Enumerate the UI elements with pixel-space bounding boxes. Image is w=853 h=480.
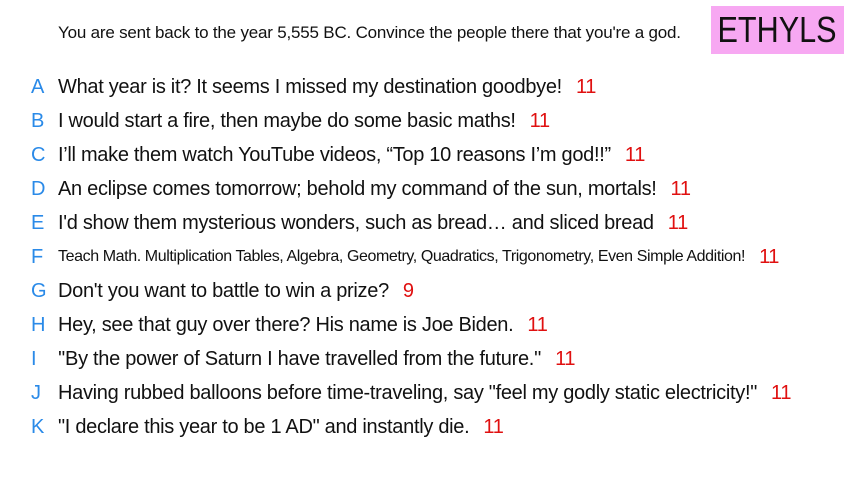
answer-content: Having rubbed balloons before time-trave… <box>58 381 792 405</box>
answer-content: I would start a fire, then maybe do some… <box>58 110 550 133</box>
answer-letter: F <box>31 245 44 268</box>
answer-score: 11 <box>575 75 597 98</box>
answer-row-c: C I’ll make them watch YouTube videos, “… <box>0 138 853 172</box>
answer-row-a: A What year is it? It seems I missed my … <box>0 70 853 104</box>
answer-text: Teach Math. Multiplication Tables, Algeb… <box>58 248 746 265</box>
answer-letter: H <box>31 313 46 336</box>
answer-row-j: J Having rubbed balloons before time-tra… <box>0 376 853 410</box>
answer-letter: E <box>31 211 45 234</box>
answer-letter: G <box>31 279 47 302</box>
answer-row-e: E I'd show them mysterious wonders, such… <box>0 206 853 240</box>
answer-letter: D <box>31 177 46 200</box>
answer-score: 11 <box>771 381 792 404</box>
answer-letter: I <box>31 347 37 370</box>
answer-score: 11 <box>527 313 548 336</box>
answer-row-b: B I would start a fire, then maybe do so… <box>0 104 853 138</box>
player-name-badge: ETHYLS <box>711 6 844 54</box>
answer-content: Don't you want to battle to win a prize?… <box>58 280 414 303</box>
answer-score: 11 <box>670 177 691 200</box>
answer-score: 11 <box>529 109 550 132</box>
answer-row-h: H Hey, see that guy over there? His name… <box>0 308 853 342</box>
question-prompt: You are sent back to the year 5,555 BC. … <box>58 23 681 42</box>
answer-score: 11 <box>555 347 576 370</box>
answer-text: I’ll make them watch YouTube videos, “To… <box>58 143 611 166</box>
answer-content: ''By the power of Saturn I have travelle… <box>58 347 576 371</box>
answer-score: 9 <box>402 279 414 302</box>
answer-letter: K <box>31 415 45 438</box>
answer-letter: B <box>31 109 45 132</box>
answer-content: What year is it? It seems I missed my de… <box>58 76 596 99</box>
answer-content: Teach Math. Multiplication Tables, Algeb… <box>58 246 779 269</box>
answer-text: An eclipse comes tomorrow; behold my com… <box>58 177 657 200</box>
player-name: ETHYLS <box>717 9 838 50</box>
answer-letter: J <box>31 381 41 404</box>
answer-row-i: I ''By the power of Saturn I have travel… <box>0 342 853 376</box>
answer-score: 11 <box>483 415 504 438</box>
answer-row-k: K "I declare this year to be 1 AD" and i… <box>0 410 853 444</box>
answer-content: "I declare this year to be 1 AD" and ins… <box>58 416 504 439</box>
answer-row-d: D An eclipse comes tomorrow; behold my c… <box>0 172 853 206</box>
answer-text: What year is it? It seems I missed my de… <box>58 75 562 98</box>
answer-content: I’ll make them watch YouTube videos, “To… <box>58 144 645 167</box>
answer-content: Hey, see that guy over there? His name i… <box>58 314 548 337</box>
answer-text: I'd show them mysterious wonders, such a… <box>58 211 654 234</box>
answer-text: Having rubbed balloons before time-trave… <box>58 381 758 404</box>
answer-letter: C <box>31 143 46 166</box>
answer-text: ''By the power of Saturn I have travelle… <box>58 347 542 370</box>
answer-row-g: G Don't you want to battle to win a priz… <box>0 274 853 308</box>
answer-score: 11 <box>759 245 780 268</box>
answer-content: An eclipse comes tomorrow; behold my com… <box>58 178 691 201</box>
answer-text: Don't you want to battle to win a prize? <box>58 279 389 302</box>
answer-letter: A <box>31 75 45 98</box>
answer-text: Hey, see that guy over there? His name i… <box>58 313 514 336</box>
answer-text: I would start a fire, then maybe do some… <box>58 109 516 132</box>
answer-score: 11 <box>624 143 646 166</box>
answer-text: "I declare this year to be 1 AD" and ins… <box>58 415 470 438</box>
answer-row-f: F Teach Math. Multiplication Tables, Alg… <box>0 240 853 274</box>
answer-content: I'd show them mysterious wonders, such a… <box>58 212 688 235</box>
answer-score: 11 <box>667 211 688 234</box>
